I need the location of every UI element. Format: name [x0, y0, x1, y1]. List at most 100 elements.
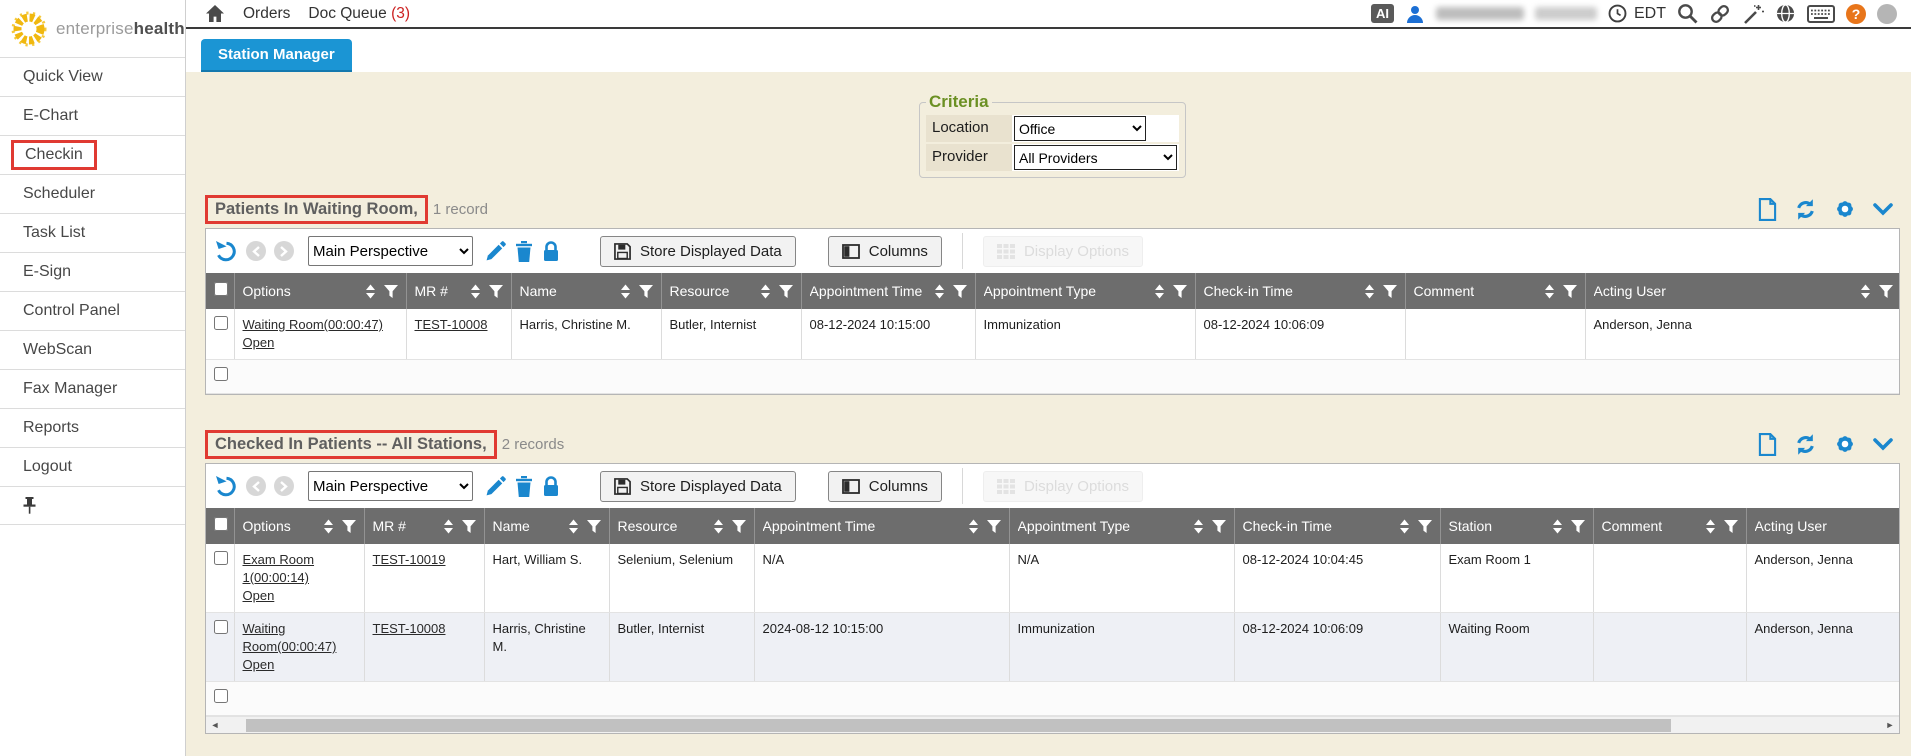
row-checkbox[interactable]	[214, 689, 228, 703]
delete-trash-icon[interactable]	[515, 241, 533, 262]
cell-resource: Butler, Internist	[609, 613, 754, 682]
row-checkbox[interactable]	[214, 620, 228, 634]
row-checkbox[interactable]	[214, 316, 228, 330]
refresh-icon[interactable]	[1794, 198, 1817, 221]
columns-button[interactable]: Columns	[828, 471, 942, 502]
prev-icon[interactable]	[246, 241, 266, 261]
sidebar-item-control-panel[interactable]: Control Panel	[0, 291, 185, 330]
column-header-station[interactable]: Station	[1440, 508, 1593, 544]
column-header-check-in-time[interactable]: Check-in Time	[1234, 508, 1440, 544]
gear-icon[interactable]	[1834, 433, 1856, 455]
provider-select[interactable]: All Providers	[1014, 145, 1177, 170]
gear-icon[interactable]	[1834, 198, 1856, 220]
select-all-checkbox[interactable]	[214, 517, 228, 531]
home-icon[interactable]	[205, 4, 225, 23]
clock-icon[interactable]	[1608, 4, 1627, 23]
collapse-chevron-icon[interactable]	[1873, 203, 1893, 216]
prev-icon[interactable]	[246, 476, 266, 496]
search-icon[interactable]	[1677, 3, 1698, 24]
new-document-icon[interactable]	[1758, 198, 1777, 221]
collapse-chevron-icon[interactable]	[1873, 438, 1893, 451]
filter-funnel-icon	[384, 285, 398, 298]
column-header-mr[interactable]: MR #	[364, 508, 484, 544]
column-header-appointment-type[interactable]: Appointment Type	[1009, 508, 1234, 544]
sidebar-item-task-list[interactable]: Task List	[0, 213, 185, 252]
column-header-acting-user[interactable]: Acting User	[1746, 508, 1899, 544]
column-header-resource[interactable]: Resource	[609, 508, 754, 544]
next-icon[interactable]	[274, 476, 294, 496]
column-header-name[interactable]: Name	[511, 273, 661, 309]
column-header-appointment-type[interactable]: Appointment Type	[975, 273, 1195, 309]
sidebar-item-reports[interactable]: Reports	[0, 408, 185, 447]
edit-pencil-icon[interactable]	[485, 476, 506, 497]
column-header-mr[interactable]: MR #	[406, 273, 511, 309]
sort-icon	[1399, 519, 1410, 534]
wand-icon[interactable]	[1742, 3, 1764, 25]
column-header-name[interactable]: Name	[484, 508, 609, 544]
sidebar-item-fax-manager[interactable]: Fax Manager	[0, 369, 185, 408]
sidebar-item-quick-view[interactable]: Quick View	[0, 57, 185, 96]
sidebar-item-e-sign[interactable]: E-Sign	[0, 252, 185, 291]
timezone-label: EDT	[1634, 5, 1666, 23]
cell-station: Waiting Room	[1440, 613, 1593, 682]
delete-trash-icon[interactable]	[515, 476, 533, 497]
column-header-options[interactable]: Options	[234, 508, 364, 544]
column-header-acting-user[interactable]: Acting User	[1585, 273, 1899, 309]
nav-doc-queue[interactable]: Doc Queue (3)	[308, 5, 410, 23]
ai-badge[interactable]: AI	[1371, 4, 1394, 23]
link-icon[interactable]	[1709, 3, 1731, 25]
open-link[interactable]: Open	[243, 588, 275, 603]
help-icon[interactable]: ?	[1846, 4, 1866, 24]
new-document-icon[interactable]	[1758, 433, 1777, 456]
sidebar-item-pin[interactable]	[0, 486, 185, 525]
column-header-appointment-time[interactable]: Appointment Time	[801, 273, 975, 309]
column-header-check-in-time[interactable]: Check-in Time	[1195, 273, 1405, 309]
next-icon[interactable]	[274, 241, 294, 261]
avatar-icon[interactable]	[1877, 4, 1897, 24]
sidebar-item-logout[interactable]: Logout	[0, 447, 185, 486]
perspective-select[interactable]: Main Perspective	[308, 471, 473, 501]
store-displayed-data-button[interactable]: Store Displayed Data	[600, 471, 796, 502]
column-header-resource[interactable]: Resource	[661, 273, 801, 309]
column-header-comment[interactable]: Comment	[1593, 508, 1746, 544]
lock-icon[interactable]	[542, 476, 560, 497]
scrollbar-thumb[interactable]	[246, 719, 1671, 732]
user-icon[interactable]	[1405, 4, 1425, 24]
scroll-left-icon[interactable]: ◄	[206, 717, 224, 734]
open-link[interactable]: Open	[243, 335, 275, 350]
station-timer-link[interactable]: Waiting Room(00:00:47)	[243, 621, 337, 654]
tab-station-manager[interactable]: Station Manager	[201, 39, 352, 72]
station-timer-link[interactable]: Waiting Room(00:00:47)	[243, 317, 383, 332]
nav-orders[interactable]: Orders	[243, 5, 290, 23]
sidebar-item-webscan[interactable]: WebScan	[0, 330, 185, 369]
column-header-comment[interactable]: Comment	[1405, 273, 1585, 309]
scroll-right-icon[interactable]: ►	[1881, 717, 1899, 734]
sidebar-item-e-chart[interactable]: E-Chart	[0, 96, 185, 135]
edit-pencil-icon[interactable]	[485, 241, 506, 262]
undo-icon[interactable]	[214, 475, 238, 498]
station-timer-link[interactable]: Exam Room 1(00:00:14)	[243, 552, 315, 585]
select-all-checkbox[interactable]	[214, 282, 228, 296]
mr-number-link[interactable]: TEST-10008	[373, 621, 446, 636]
store-displayed-data-button[interactable]: Store Displayed Data	[600, 236, 796, 267]
column-header-options[interactable]: Options	[234, 273, 406, 309]
sidebar-item-checkin[interactable]: Checkin	[0, 135, 185, 174]
mr-number-link[interactable]: TEST-10008	[415, 317, 488, 332]
globe-icon[interactable]	[1775, 3, 1796, 24]
keyboard-icon[interactable]	[1807, 5, 1835, 23]
open-link[interactable]: Open	[243, 657, 275, 672]
columns-button[interactable]: Columns	[828, 236, 942, 267]
row-checkbox[interactable]	[214, 551, 228, 565]
sidebar-item-scheduler[interactable]: Scheduler	[0, 174, 185, 213]
undo-icon[interactable]	[214, 240, 238, 263]
mr-number-link[interactable]: TEST-10019	[373, 552, 446, 567]
horizontal-scrollbar[interactable]: ◄ ►	[206, 716, 1899, 733]
row-checkbox[interactable]	[214, 367, 228, 381]
location-select[interactable]: Office	[1014, 116, 1146, 141]
refresh-icon[interactable]	[1794, 433, 1817, 456]
lock-icon[interactable]	[542, 241, 560, 262]
perspective-select[interactable]: Main Perspective	[308, 236, 473, 266]
column-header-appointment-time[interactable]: Appointment Time	[754, 508, 1009, 544]
sidebar: enterprisehealth Quick ViewE-ChartChecki…	[0, 0, 186, 756]
filter-funnel-icon	[342, 520, 356, 533]
